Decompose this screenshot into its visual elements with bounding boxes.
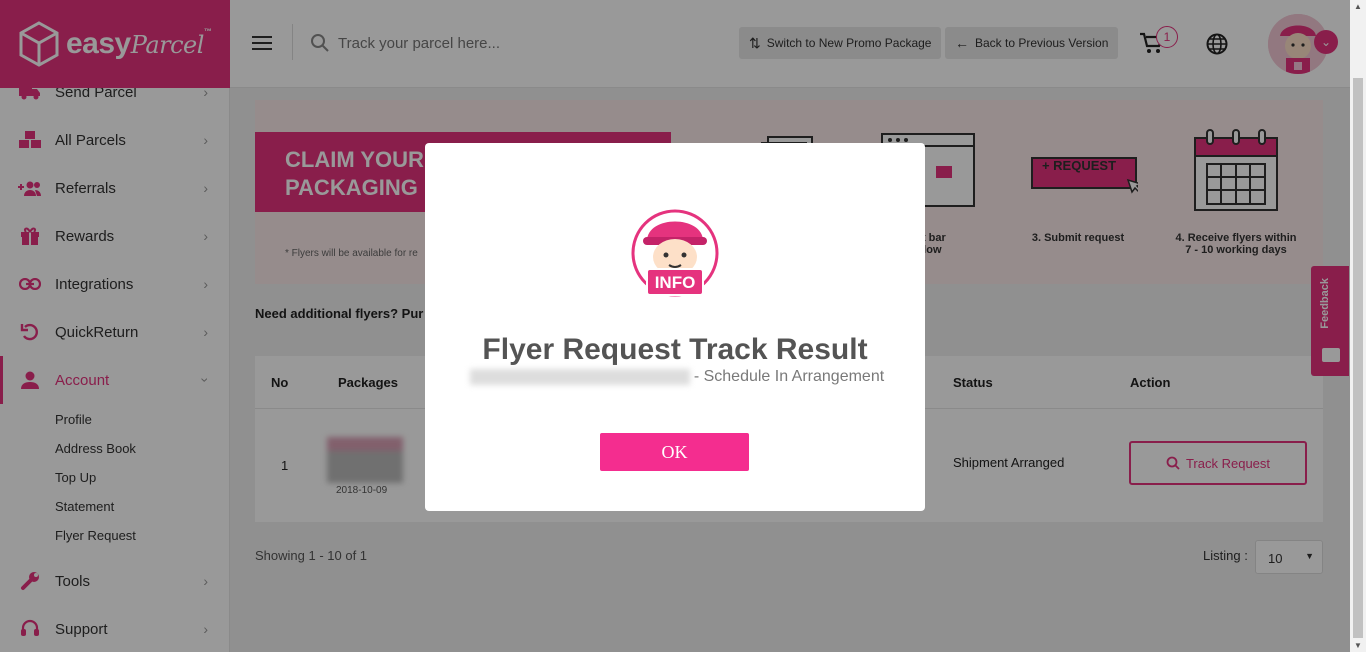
scroll-up-icon[interactable]: ▲ <box>1354 2 1362 11</box>
track-result-dialog: INFO Flyer Request Track Result - Schedu… <box>425 143 925 511</box>
page-scrollbar[interactable]: ▲ ▼ <box>1350 0 1366 652</box>
dialog-title: Flyer Request Track Result <box>482 333 868 366</box>
info-badge-text: INFO <box>655 273 696 292</box>
info-mascot-icon: INFO <box>631 209 719 297</box>
ok-button[interactable]: OK <box>600 433 749 471</box>
dialog-subtitle-text: - Schedule In Arrangement <box>693 368 885 385</box>
scrollbar-thumb[interactable] <box>1353 78 1363 638</box>
scroll-down-icon[interactable]: ▼ <box>1354 641 1362 650</box>
dialog-subtitle: - Schedule In Arrangement <box>467 368 887 386</box>
redacted-tracking-number <box>469 369 690 385</box>
